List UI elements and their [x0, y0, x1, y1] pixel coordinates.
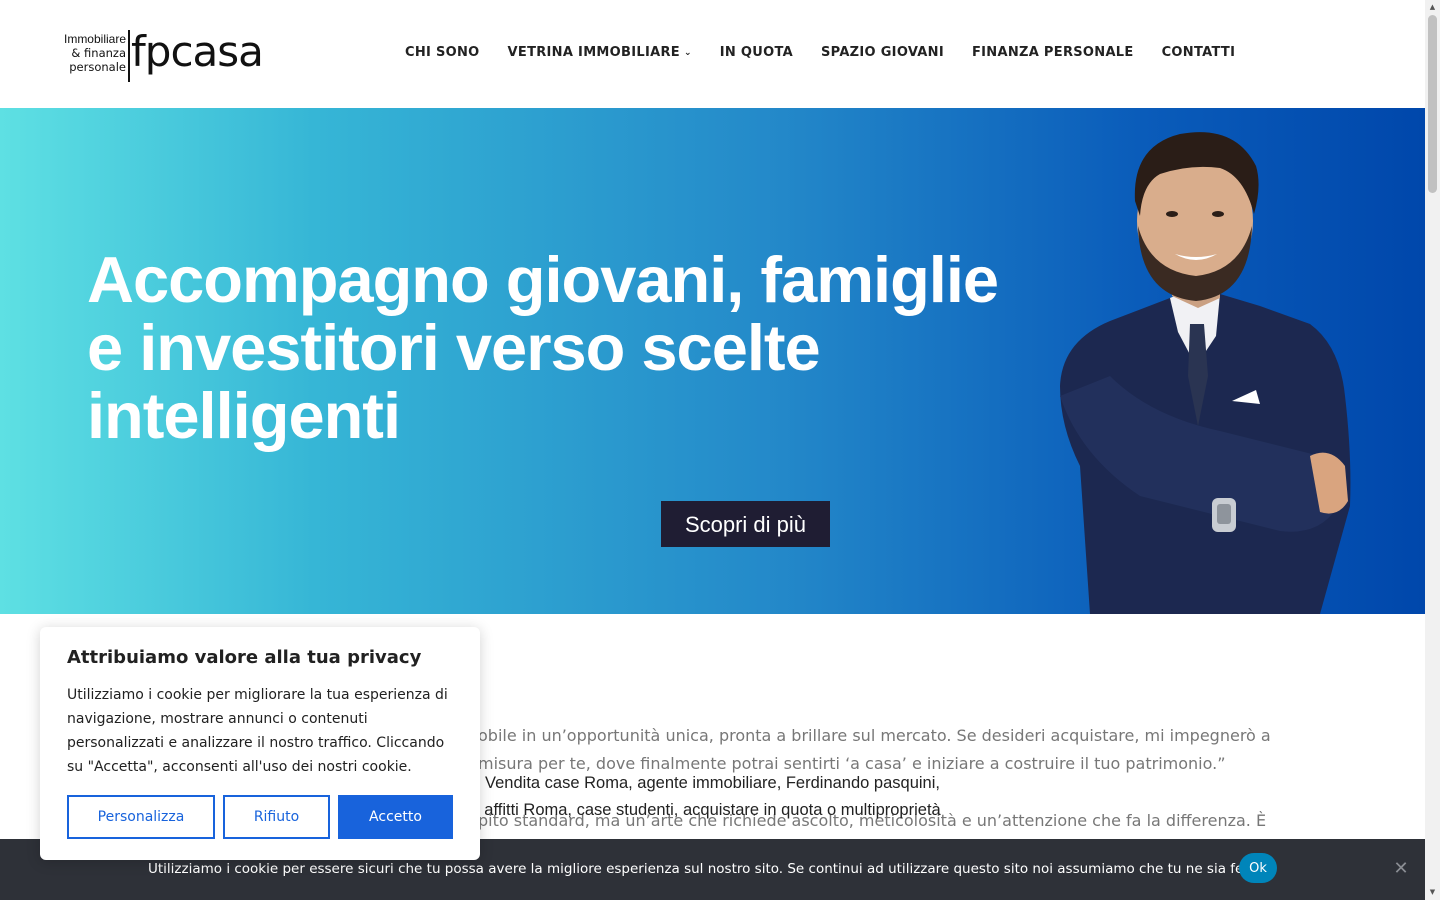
nav-item-label: FINANZA PERSONALE [971, 45, 1134, 60]
scroll-up-arrow-icon[interactable]: ▲ [1425, 0, 1440, 15]
customize-button[interactable]: Personalizza [67, 795, 215, 839]
intro-line-1: obile in un’opportunità unica, pronta a … [478, 726, 1271, 745]
reject-button[interactable]: Rifiuto [223, 795, 330, 839]
chevron-down-icon: ⌄ [683, 48, 692, 58]
hero-title: Accompagno giovani, famiglie e investito… [87, 243, 999, 452]
discover-more-button[interactable]: Scopri di più [661, 501, 830, 547]
logo-brand: fpcasa [131, 27, 264, 76]
logo-divider [128, 30, 130, 82]
privacy-consent-dialog: Attribuiamo valore alla tua privacy Util… [40, 627, 480, 860]
cookie-notice-text: Utilizziamo i cookie per essere sicuri c… [148, 861, 1271, 877]
nav-item-vetrina-immobiliare[interactable]: VETRINA IMMOBILIARE ⌄ [494, 40, 706, 66]
site-header: Immobiliare & finanza personale fpcasa C… [0, 0, 1425, 108]
nav-item-label: IN QUOTA [719, 45, 794, 60]
nav-item-in-quota[interactable]: IN QUOTA [706, 40, 807, 66]
hero-section: Accompagno giovani, famiglie e investito… [0, 108, 1425, 614]
nav-item-finanza-personale[interactable]: FINANZA PERSONALE [958, 40, 1148, 66]
nav-item-chi-sono[interactable]: CHI SONO [391, 40, 494, 66]
logo-tagline-line1: Immobiliare [63, 32, 126, 46]
logo-tagline: Immobiliare & finanza personale [64, 32, 126, 74]
logo-tagline-line3: personale [69, 60, 126, 74]
nav-item-label: CHI SONO [405, 45, 480, 60]
logo-tagline-line2: & finanza [71, 46, 126, 60]
nav-item-label: SPAZIO GIOVANI [821, 45, 944, 60]
privacy-title: Attribuiamo valore alla tua privacy [67, 647, 422, 668]
site-logo[interactable]: Immobiliare & finanza personale fpcasa [54, 28, 264, 82]
nav-item-contatti[interactable]: CONTATTI [1148, 40, 1250, 66]
nav-item-spazio-giovani[interactable]: SPAZIO GIOVANI [807, 40, 958, 66]
agent-portrait [1060, 132, 1351, 614]
close-icon[interactable]: ✕ [1391, 859, 1411, 879]
page-scrollbar[interactable]: ▲ ▼ [1425, 0, 1440, 900]
nav-item-label: CONTATTI [1161, 45, 1236, 60]
scrollbar-thumb[interactable] [1428, 15, 1437, 193]
page: Immobiliare & finanza personale fpcasa C… [0, 0, 1425, 900]
scroll-down-arrow-icon[interactable]: ▼ [1425, 885, 1440, 900]
accept-button[interactable]: Accetto [338, 795, 453, 839]
main-nav: CHI SONO VETRINA IMMOBILIARE ⌄ IN QUOTA S… [391, 40, 1249, 66]
nav-item-label: VETRINA IMMOBILIARE [507, 45, 680, 60]
cookie-ok-button[interactable]: Ok [1239, 853, 1277, 883]
privacy-body: Utilizziamo i cookie per migliorare la t… [67, 687, 448, 775]
image-alt-text: Vendita case Roma, agente immobiliare, F… [484, 774, 941, 819]
